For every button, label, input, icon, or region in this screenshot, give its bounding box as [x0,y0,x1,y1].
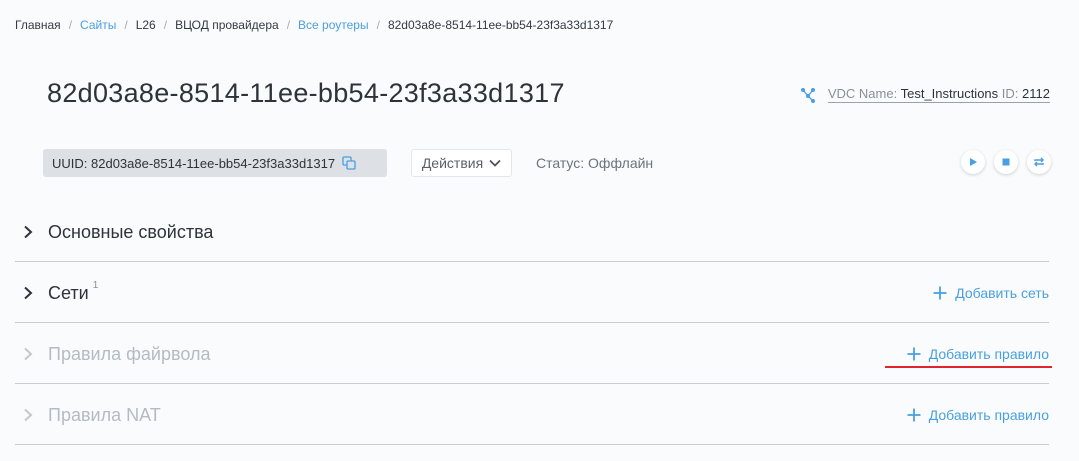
restart-button[interactable] [1027,150,1051,174]
section-nat-rules-header[interactable]: Правила NAT [15,385,161,445]
chevron-right-icon [24,225,33,239]
restart-icon [1033,157,1045,167]
plus-icon [907,408,921,422]
section-main-properties: Основные свойства [15,202,1049,262]
add-nat-rule-label: Добавить правило [928,407,1049,423]
section-title: Правила NAT [48,404,161,425]
add-network-label: Добавить сеть [955,285,1049,301]
breadcrumb-sites[interactable]: Сайты [80,18,116,32]
vdc-name-value: Test_Instructions [900,86,999,101]
breadcrumb-all-routers[interactable]: Все роутеры [298,18,369,32]
breadcrumb-separator: / [286,18,291,32]
chevron-right-icon [24,286,33,300]
vdc-info[interactable]: VDC Name: Test_Instructions ID: 2112 [800,86,1050,103]
breadcrumb-separator: / [68,18,73,32]
section-main-properties-header[interactable]: Основные свойства [15,202,213,262]
section-title: Правила файрвола [48,343,211,364]
breadcrumb: Главная / Сайты / L26 / ВЦОД провайдера … [15,17,613,33]
section-networks-header[interactable]: Сети 1 [15,263,98,323]
breadcrumb-site[interactable]: L26 [136,18,156,32]
add-network-button[interactable]: Добавить сеть [933,263,1049,323]
plus-icon [907,347,921,361]
section-firewall-rules-header[interactable]: Правила файрвола [15,324,210,384]
uuid-chip: UUID: 82d03a8e-8514-11ee-bb54-23f3a33d13… [43,149,387,177]
start-button[interactable] [961,150,985,174]
actions-dropdown[interactable]: Действия [411,149,512,177]
stop-icon [1002,158,1010,166]
section-firewall-rules: Правила файрвола Добавить правило [15,324,1049,384]
highlight-underline [885,366,1052,368]
status-text: Статус: Оффлайн [536,155,654,171]
breadcrumb-home[interactable]: Главная [15,18,61,32]
play-icon [970,158,977,166]
breadcrumb-separator: / [376,18,380,32]
breadcrumb-vdc[interactable]: ВЦОД провайдера [175,18,279,32]
add-nat-rule-button[interactable]: Добавить правило [907,385,1049,445]
section-title: Основные свойства [48,221,214,242]
section-networks: Сети 1 Добавить сеть [15,263,1049,323]
chevron-down-icon [489,159,501,167]
chevron-right-icon [24,408,33,422]
copy-icon[interactable] [342,156,356,170]
vdc-id-label: ID: [1001,86,1019,101]
actions-label: Действия [421,155,484,171]
vdc-name-label: VDC Name: [827,86,898,101]
plus-icon [933,286,947,300]
networks-count-badge: 1 [92,279,99,291]
breadcrumb-current: 82d03a8e-8514-11ee-bb54-23f3a33d1317 [387,18,614,32]
vdc-text: VDC Name: Test_Instructions ID: 2112 [827,86,1050,103]
chevron-right-icon [24,347,33,361]
vdc-id-value: 2112 [1022,86,1050,101]
section-title: Сети [48,282,89,303]
stop-button[interactable] [994,150,1018,174]
breadcrumb-separator: / [124,18,128,32]
breadcrumb-separator: / [163,18,168,32]
add-firewall-rule-label: Добавить правило [928,346,1049,362]
add-firewall-rule-button[interactable]: Добавить правило [907,324,1049,384]
section-nat-rules: Правила NAT Добавить правило [15,385,1049,445]
uuid-text: UUID: 82d03a8e-8514-11ee-bb54-23f3a33d13… [52,155,336,171]
page-title: 82d03a8e-8514-11ee-bb54-23f3a33d1317 [47,78,565,108]
topology-icon [800,87,815,103]
